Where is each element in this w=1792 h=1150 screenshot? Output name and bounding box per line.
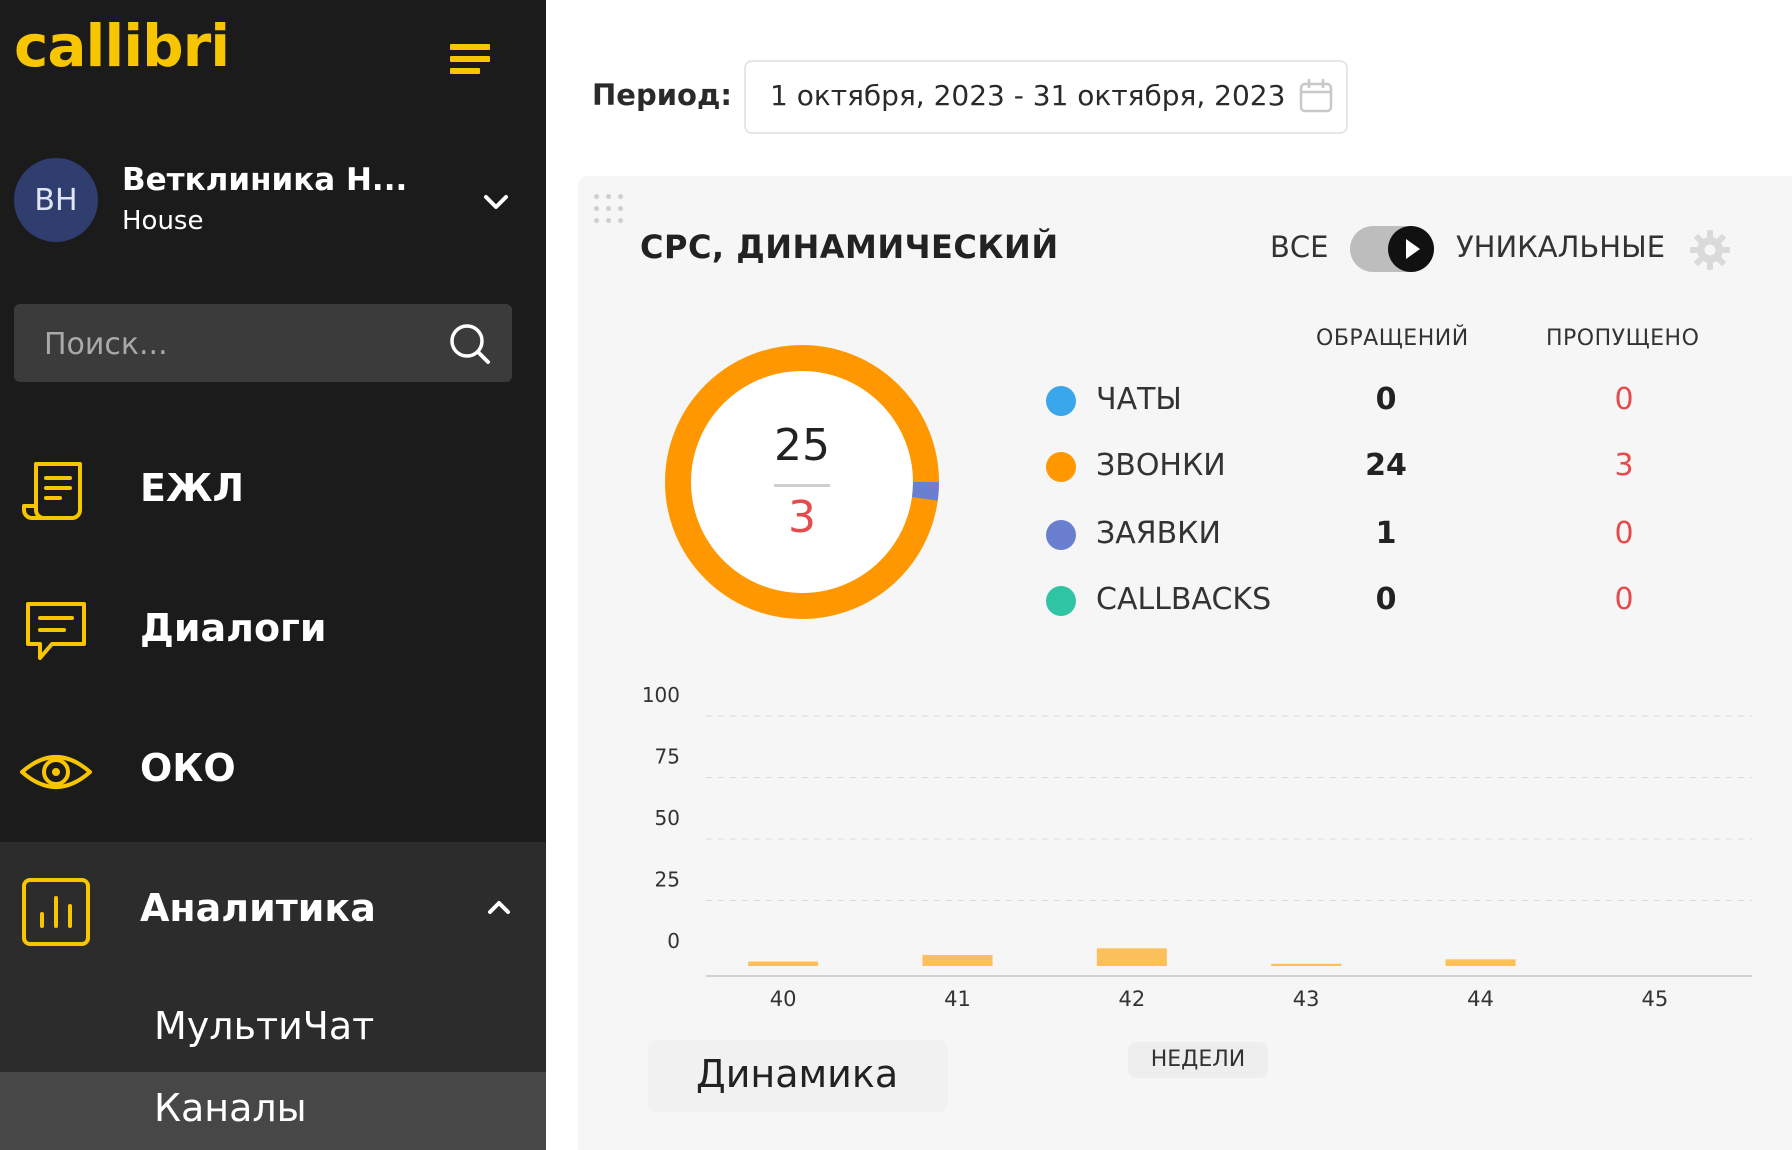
y-tick-label: 100 [642,683,680,707]
sidebar-item-oko[interactable]: ОКО [0,702,546,832]
bar-week-42[interactable] [1096,948,1167,966]
legend-dot [1046,520,1076,550]
toggle-label-all[interactable]: ВСЕ [1270,230,1328,264]
legend-row-applications[interactable]: ЗАЯВКИ 1 0 [1046,510,1746,560]
legend-dot [1046,386,1076,416]
legend-missed: 0 [1614,582,1634,617]
sidebar-item-label: Диалоги [140,606,327,650]
sidebar: callibri ВН Ветклиника Н... House ЕЖЛ [0,0,546,1150]
y-tick-label: 0 [667,929,680,953]
unique-toggle[interactable] [1350,226,1434,272]
sidebar-item-label: ЕЖЛ [140,466,245,510]
y-tick-label: 75 [655,745,680,769]
sidebar-item-ezhl[interactable]: ЕЖЛ [0,422,546,552]
sidebar-item-dialogs[interactable]: Диалоги [0,562,546,692]
search-box [14,304,512,384]
x-tick-label: 41 [944,987,971,1011]
legend-dot [1046,586,1076,616]
account-name: Ветклиника Н... [122,162,408,198]
search-icon[interactable] [446,320,492,366]
submenu-item-label: МультиЧат [154,1004,375,1048]
x-tick-label: 43 [1293,987,1320,1011]
tab-dynamics[interactable]: Динамика [648,1040,948,1112]
legend-name: ЗАЯВКИ [1096,516,1221,551]
search-input[interactable] [42,304,426,384]
toggle-label-unique[interactable]: УНИКАЛЬНЫЕ [1456,230,1665,264]
drag-handle-icon[interactable] [592,192,626,226]
donut-chart [665,345,939,619]
legend-requests: 0 [1375,382,1397,417]
legend-name: ЧАТЫ [1096,382,1182,417]
sidebar-item-label: ОКО [140,746,236,790]
x-axis-label: НЕДЕЛИ [1128,1042,1268,1078]
avatar: ВН [14,158,98,242]
donut-divider [774,484,830,487]
weekly-bar-chart: 100 75 50 25 0 40 41 42 43 44 45 [642,683,1752,1011]
x-tick-label: 40 [770,987,797,1011]
account-subtitle: House [122,206,204,236]
sidebar-item-analytics[interactable]: Аналитика [0,842,546,972]
chevron-up-icon[interactable] [484,892,514,922]
calendar-icon[interactable] [1298,78,1334,114]
x-tick-label: 44 [1467,987,1494,1011]
x-tick-label: 45 [1641,987,1668,1011]
bar-week-44[interactable] [1445,959,1516,966]
legend-name: CALLBACKS [1096,582,1272,617]
gear-icon[interactable] [1688,228,1732,272]
column-header-missed: ПРОПУЩЕНО [1546,326,1700,351]
logo-row: callibri [0,0,546,130]
sidebar-item-label: Аналитика [140,886,376,930]
legend-missed: 0 [1614,516,1634,551]
eye-icon [20,755,92,789]
legend-missed: 0 [1614,382,1634,417]
y-tick-label: 50 [655,806,680,830]
submenu-item-channels[interactable]: Каналы [0,1072,546,1150]
period-date-range-picker[interactable]: 1 октября, 2023 - 31 октября, 2023 [744,60,1348,134]
submenu-item-multichat[interactable]: МультиЧат [0,990,546,1068]
donut-missed: 3 [788,492,816,543]
legend-requests: 1 [1375,516,1397,551]
chat-bubble-icon [26,602,86,660]
bar-week-43[interactable] [1271,963,1342,966]
account-switcher[interactable]: ВН Ветклиника Н... House [0,148,546,258]
donut-total: 25 [774,420,830,471]
column-header-requests: ОБРАЩЕНИЙ [1316,326,1469,351]
legend-requests: 0 [1375,582,1397,617]
period-label: Период: [592,78,732,112]
menu-toggle-icon[interactable] [450,44,490,76]
bar-chart-icon [22,878,90,946]
legend-dot [1046,452,1076,482]
tab-dynamics-label: Динамика [696,1052,899,1096]
legend-row-calls[interactable]: ЗВОНКИ 24 3 [1046,442,1746,492]
toggle-knob [1388,226,1434,272]
legend-name: ЗВОНКИ [1096,448,1226,483]
legend-row-callbacks[interactable]: CALLBACKS 0 0 [1046,576,1746,626]
period-value: 1 октября, 2023 - 31 октября, 2023 [770,79,1286,112]
bar-week-40[interactable] [748,961,819,966]
submenu-item-label: Каналы [154,1086,307,1130]
legend-row-chats[interactable]: ЧАТЫ 0 0 [1046,376,1746,426]
legend-missed: 3 [1614,448,1634,483]
widget-title: CPC, ДИНАМИЧЕСКИЙ [640,228,1059,266]
play-icon [1406,239,1420,259]
bar-week-41[interactable] [922,954,993,966]
legend-requests: 24 [1365,448,1407,483]
journal-icon [22,462,82,520]
x-tick-label: 42 [1118,987,1145,1011]
callibri-logo[interactable]: callibri [14,12,230,80]
y-tick-label: 25 [655,868,680,892]
chevron-down-icon[interactable] [478,184,514,220]
